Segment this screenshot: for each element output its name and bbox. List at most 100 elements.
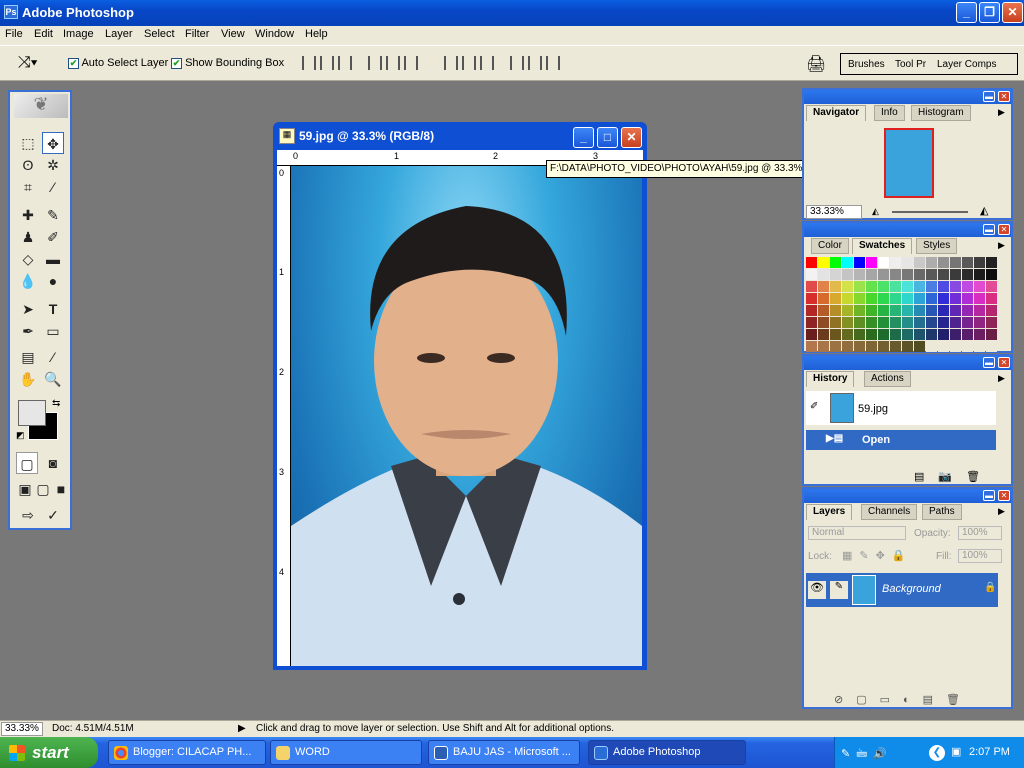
marquee-tool-icon[interactable]: ⬚ [17, 132, 39, 154]
color-swatch[interactable] [854, 257, 865, 268]
color-swatch[interactable] [806, 269, 817, 280]
path-selection-tool-icon[interactable]: ➤ [17, 298, 39, 320]
color-swatch[interactable] [830, 257, 841, 268]
color-swatch[interactable] [854, 341, 865, 352]
move-tool-icon[interactable]: ✥ [42, 132, 64, 154]
color-swatch[interactable] [926, 257, 937, 268]
color-swatch[interactable] [986, 317, 997, 328]
gradient-tool-icon[interactable]: ▬ [42, 248, 64, 270]
color-swatch[interactable] [974, 281, 985, 292]
color-swatch[interactable] [962, 305, 973, 316]
color-swatch[interactable] [902, 281, 913, 292]
magic-wand-tool-icon[interactable]: ✲ [42, 154, 64, 176]
color-swatch[interactable] [878, 305, 889, 316]
distribute-top-icon[interactable] [444, 56, 458, 70]
adobe-feather-icon[interactable]: ❦ [14, 94, 68, 118]
standard-mode-icon[interactable]: ▢ [16, 452, 38, 474]
color-swatch[interactable] [890, 257, 901, 268]
color-swatch[interactable] [818, 305, 829, 316]
color-swatch[interactable] [866, 305, 877, 316]
color-swatch[interactable] [926, 305, 937, 316]
zoom-tool-icon[interactable]: 🔍 [42, 368, 64, 390]
color-swatch[interactable] [890, 329, 901, 340]
close-button[interactable]: ✕ [1002, 2, 1023, 23]
brush-tool-icon[interactable]: ✎ [42, 204, 64, 226]
color-swatch[interactable] [878, 269, 889, 280]
color-swatch[interactable] [878, 341, 889, 352]
color-swatch[interactable] [986, 341, 997, 352]
color-swatch[interactable] [866, 341, 877, 352]
color-swatch[interactable] [902, 293, 913, 304]
color-swatch[interactable] [926, 281, 937, 292]
restore-button[interactable]: ❐ [979, 2, 1000, 23]
tab-swatches[interactable]: Swatches [852, 238, 913, 254]
color-swatch[interactable] [818, 269, 829, 280]
auto-select-checkbox[interactable]: ✔ [68, 57, 79, 69]
color-swatch[interactable] [986, 257, 997, 268]
color-swatch[interactable] [818, 329, 829, 340]
well-tool-presets[interactable]: Tool Pr [895, 59, 926, 70]
doc-close-button[interactable]: ✕ [621, 127, 642, 148]
bounding-box-checkbox[interactable]: ✔ [171, 57, 182, 69]
color-swatch[interactable] [842, 281, 853, 292]
shape-tool-icon[interactable]: ▭ [42, 320, 64, 342]
color-swatch[interactable] [830, 305, 841, 316]
color-swatch[interactable] [866, 281, 877, 292]
well-brushes[interactable]: Brushes [848, 59, 885, 70]
align-vcenter-icon[interactable] [320, 56, 334, 70]
color-swatch[interactable] [950, 317, 961, 328]
color-swatch[interactable] [866, 329, 877, 340]
color-swatch[interactable] [962, 257, 973, 268]
color-swatch[interactable] [902, 329, 913, 340]
color-swatch[interactable] [854, 269, 865, 280]
color-swatch[interactable] [890, 341, 901, 352]
color-swatch[interactable] [962, 329, 973, 340]
color-swatch[interactable] [854, 293, 865, 304]
tab-histogram[interactable]: Histogram [911, 105, 971, 121]
color-swatch[interactable] [914, 341, 925, 352]
menu-file[interactable]: File [5, 28, 23, 40]
layers-minimize-icon[interactable]: ▬ [983, 490, 995, 501]
color-swatch[interactable] [854, 305, 865, 316]
layers-footer-icons[interactable]: ⊘▢▭◐▤🗑 [834, 693, 973, 706]
color-swatch[interactable] [938, 329, 949, 340]
color-swatch[interactable] [854, 329, 865, 340]
clock[interactable]: 2:07 PM [969, 746, 1010, 758]
color-swatch[interactable] [914, 329, 925, 340]
color-swatch[interactable] [890, 269, 901, 280]
zoom-in-icon[interactable]: ◭ [980, 204, 988, 217]
show-hidden-icons-icon[interactable]: ❮ [929, 745, 945, 761]
distribute-bottom-icon[interactable] [480, 56, 494, 70]
color-swatch[interactable] [926, 341, 937, 352]
color-swatch[interactable] [842, 317, 853, 328]
align-left-icon[interactable] [368, 56, 382, 70]
bounding-box-option[interactable]: ✔ Show Bounding Box [171, 57, 284, 69]
color-swatch[interactable] [806, 281, 817, 292]
tab-navigator[interactable]: Navigator [806, 105, 867, 121]
color-swatch[interactable] [962, 317, 973, 328]
menu-view[interactable]: View [221, 28, 245, 40]
color-swatch[interactable] [878, 281, 889, 292]
color-swatch[interactable] [974, 257, 985, 268]
tab-styles[interactable]: Styles [916, 238, 958, 254]
color-swatch[interactable] [902, 305, 913, 316]
color-swatch[interactable] [926, 269, 937, 280]
color-swatch[interactable] [902, 257, 913, 268]
color-swatch[interactable] [902, 341, 913, 352]
history-menu-icon[interactable]: ▶ [998, 373, 1005, 384]
color-swatch[interactable] [986, 293, 997, 304]
status-doc-size[interactable]: Doc: 4.51M/4.51M [52, 723, 134, 734]
color-swatch[interactable] [914, 317, 925, 328]
screen-mode-full-icon[interactable]: ■ [50, 478, 72, 500]
vertical-ruler[interactable]: 0 1 2 3 4 [277, 166, 291, 666]
color-swatch[interactable] [854, 317, 865, 328]
menu-edit[interactable]: Edit [34, 28, 53, 40]
navigator-close-icon[interactable]: ✕ [998, 91, 1010, 102]
blend-mode-select[interactable]: Normal [808, 526, 906, 540]
document-window[interactable]: ▦ 59.jpg @ 33.3% (RGB/8) _ □ ✕ 0 1 2 3 0… [273, 122, 647, 670]
color-swatch[interactable] [950, 341, 961, 352]
distribute-left-icon[interactable] [510, 56, 524, 70]
color-swatch[interactable] [830, 329, 841, 340]
navigator-minimize-icon[interactable]: ▬ [983, 91, 995, 102]
color-swatch[interactable] [866, 257, 877, 268]
